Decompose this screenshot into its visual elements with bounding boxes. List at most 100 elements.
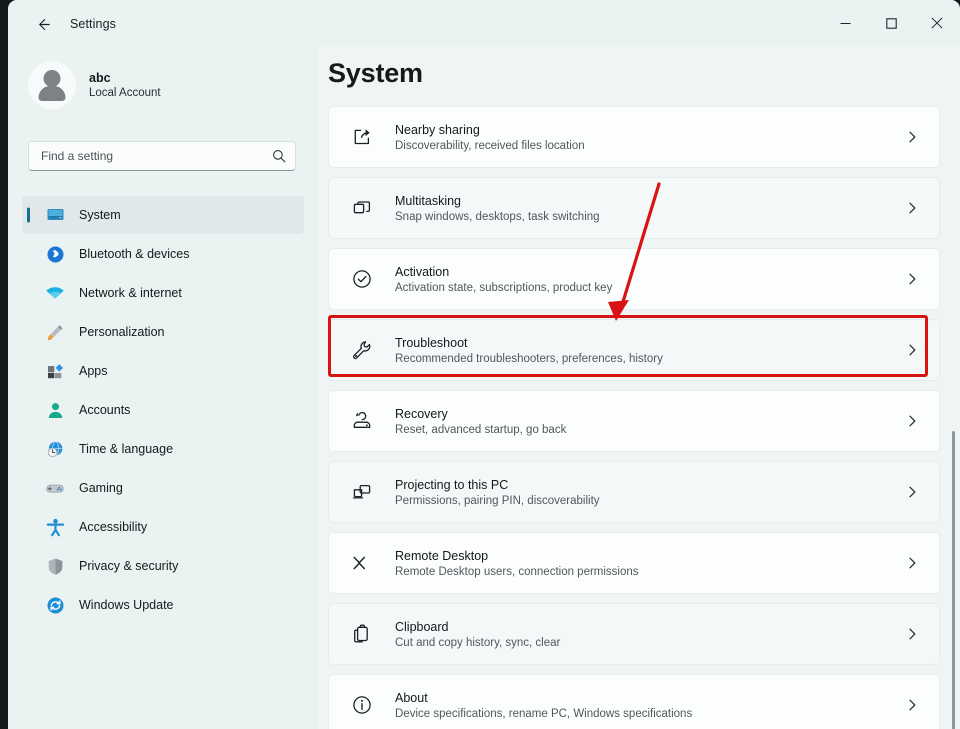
- card-text: Clipboard Cut and copy history, sync, cle…: [395, 620, 560, 649]
- check-circle-icon: [349, 266, 375, 292]
- minimize-button[interactable]: [822, 0, 868, 46]
- settings-card-about[interactable]: About Device specifications, rename PC, W…: [328, 674, 940, 729]
- refresh-circle-icon: [44, 594, 66, 616]
- settings-card-clipboard[interactable]: Clipboard Cut and copy history, sync, cle…: [328, 603, 940, 665]
- account-card[interactable]: abc Local Account: [28, 54, 298, 116]
- card-chevron: [905, 698, 919, 712]
- card-chevron: [905, 627, 919, 641]
- sidebar-item-time-language[interactable]: Time & language: [22, 430, 304, 468]
- maximize-icon: [885, 17, 897, 29]
- card-title: Multitasking: [395, 193, 461, 208]
- account-name: abc: [89, 71, 111, 85]
- card-subtitle: Activation state, subscriptions, product…: [395, 281, 613, 294]
- content-scrollbar[interactable]: [952, 431, 955, 729]
- accessibility-person-icon: [44, 516, 66, 538]
- card-chevron: [905, 130, 919, 144]
- card-title: Recovery: [395, 406, 448, 421]
- settings-window: Settings abc Local Account Find a settin…: [8, 0, 960, 729]
- close-icon: [931, 17, 943, 29]
- sidebar-nav: System Bluetooth & devices Network & int…: [8, 196, 318, 625]
- card-chevron: [905, 201, 919, 215]
- paintbrush-icon: [44, 321, 66, 343]
- chevron-right-icon: [909, 699, 916, 711]
- chevron-right-icon: [909, 273, 916, 285]
- recovery-drive-icon: [349, 408, 375, 434]
- card-subtitle: Permissions, pairing PIN, discoverabilit…: [395, 494, 600, 507]
- card-subtitle: Recommended troubleshooters, preferences…: [395, 352, 663, 365]
- settings-card-multitasking[interactable]: Multitasking Snap windows, desktops, task…: [328, 177, 940, 239]
- chevron-right-icon: [909, 557, 916, 569]
- card-title: About: [395, 690, 428, 705]
- search-icon: [272, 149, 286, 163]
- chevron-right-icon: [909, 131, 916, 143]
- card-title: Remote Desktop: [395, 548, 489, 563]
- settings-card-remote-desktop[interactable]: Remote Desktop Remote Desktop users, conn…: [328, 532, 940, 594]
- card-title: Nearby sharing: [395, 122, 480, 137]
- sidebar-item-label: Privacy & security: [79, 559, 179, 573]
- chevron-right-icon: [909, 344, 916, 356]
- chevron-right-icon: [909, 628, 916, 640]
- clock-globe-icon: [44, 438, 66, 460]
- back-button[interactable]: [30, 12, 56, 36]
- person-icon: [44, 399, 66, 421]
- settings-card-troubleshoot[interactable]: Troubleshoot Recommended troubleshooters,…: [328, 319, 940, 381]
- card-subtitle: Snap windows, desktops, task switching: [395, 210, 600, 223]
- sidebar-item-label: Personalization: [79, 325, 165, 339]
- sidebar-item-label: Accounts: [79, 403, 131, 417]
- settings-card-recovery[interactable]: Recovery Reset, advanced startup, go back: [328, 390, 940, 452]
- card-title: Clipboard: [395, 619, 449, 634]
- card-text: Troubleshoot Recommended troubleshooters,…: [395, 336, 663, 365]
- account-type: Local Account: [89, 87, 161, 99]
- chevron-right-icon: [909, 415, 916, 427]
- screenshot-root: Settings abc Local Account Find a settin…: [0, 0, 960, 729]
- monitor-icon: [44, 204, 66, 226]
- sidebar-item-system[interactable]: System: [22, 196, 304, 234]
- card-chevron: [905, 414, 919, 428]
- sidebar-item-gaming[interactable]: Gaming: [22, 469, 304, 507]
- chevron-right-icon: [909, 202, 916, 214]
- minimize-icon: [840, 22, 850, 24]
- page-title: System: [328, 58, 423, 88]
- remote-desktop-icon: [349, 550, 375, 576]
- settings-card-nearby-sharing[interactable]: Nearby sharing Discoverability, received …: [328, 106, 940, 168]
- avatar-body: [38, 86, 66, 101]
- card-title: Activation: [395, 264, 450, 279]
- card-subtitle: Cut and copy history, sync, clear: [395, 636, 561, 649]
- card-title: Projecting to this PC: [395, 477, 509, 492]
- settings-card-list: Nearby sharing Discoverability, received …: [328, 106, 940, 729]
- card-chevron: [905, 343, 919, 357]
- sidebar-item-accounts[interactable]: Accounts: [22, 391, 304, 429]
- settings-card-projecting-to-this-pc[interactable]: Projecting to this PC Permissions, pairin…: [328, 461, 940, 523]
- sidebar-item-label: System: [79, 208, 121, 222]
- gamepad-icon: [44, 477, 66, 499]
- sidebar-item-personalization[interactable]: Personalization: [22, 313, 304, 351]
- sidebar-item-windows-update[interactable]: Windows Update: [22, 586, 304, 624]
- wifi-icon: [44, 282, 66, 304]
- avatar-head: [43, 70, 61, 87]
- sidebar-item-apps[interactable]: Apps: [22, 352, 304, 390]
- search-input[interactable]: [41, 149, 272, 163]
- app-title: Settings: [70, 17, 116, 31]
- card-subtitle: Reset, advanced startup, go back: [395, 423, 567, 436]
- info-circle-icon: [349, 692, 375, 718]
- maximize-button[interactable]: [868, 0, 914, 46]
- sidebar-item-bluetooth-devices[interactable]: Bluetooth & devices: [22, 235, 304, 273]
- sidebar-item-label: Apps: [79, 364, 108, 378]
- settings-card-activation[interactable]: Activation Activation state, subscription…: [328, 248, 940, 310]
- shield-icon: [44, 555, 66, 577]
- bluetooth-icon: [44, 243, 66, 265]
- sidebar-item-network-internet[interactable]: Network & internet: [22, 274, 304, 312]
- sidebar-item-privacy-security[interactable]: Privacy & security: [22, 547, 304, 585]
- card-text: Activation Activation state, subscription…: [395, 265, 612, 294]
- sidebar-item-accessibility[interactable]: Accessibility: [22, 508, 304, 546]
- sidebar-item-label: Windows Update: [79, 598, 174, 612]
- title-bar: Settings: [8, 0, 960, 46]
- card-chevron: [905, 272, 919, 286]
- windows-stack-icon: [349, 195, 375, 221]
- search-box[interactable]: [28, 141, 296, 171]
- card-chevron: [905, 485, 919, 499]
- card-text: About Device specifications, rename PC, W…: [395, 691, 692, 720]
- card-subtitle: Device specifications, rename PC, Window…: [395, 707, 693, 720]
- close-button[interactable]: [914, 0, 960, 46]
- card-text: Nearby sharing Discoverability, received …: [395, 123, 585, 152]
